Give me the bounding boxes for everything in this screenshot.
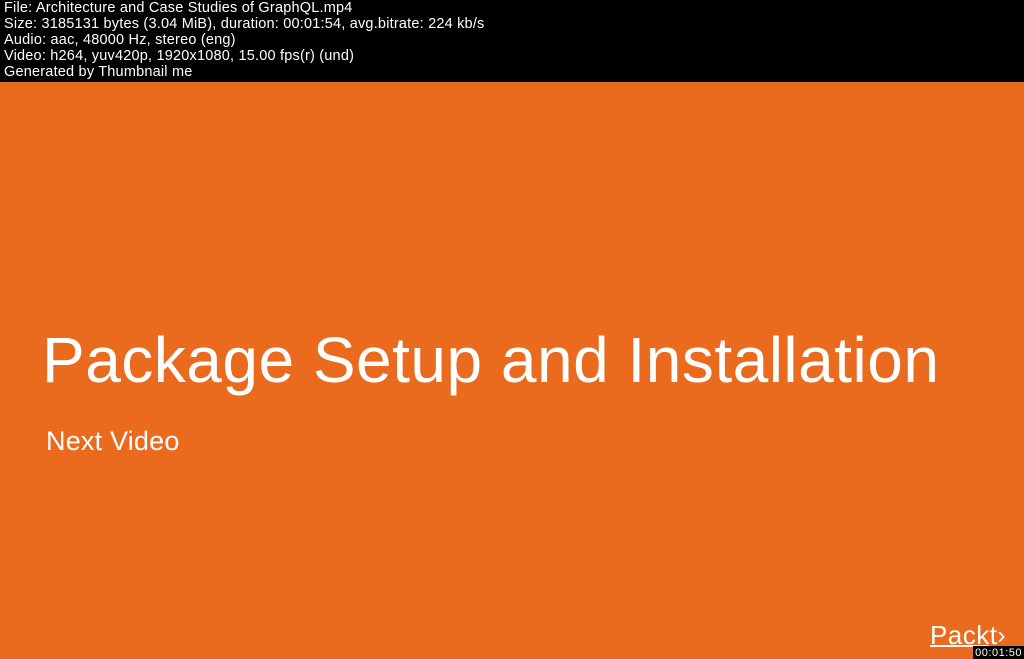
video-thumbnail: Package Setup and Installation Next Vide… bbox=[0, 82, 1024, 659]
size-line: Size: 3185131 bytes (3.04 MiB), duration… bbox=[4, 16, 1020, 32]
video-line: Video: h264, yuv420p, 1920x1080, 15.00 f… bbox=[4, 48, 1020, 64]
metadata-header: File: Architecture and Case Studies of G… bbox=[0, 0, 1024, 82]
file-line: File: Architecture and Case Studies of G… bbox=[4, 0, 1020, 16]
slide-title: Package Setup and Installation bbox=[42, 328, 939, 392]
file-name: Architecture and Case Studies of GraphQL… bbox=[36, 0, 353, 16]
audio-line: Audio: aac, 48000 Hz, stereo (eng) bbox=[4, 32, 1020, 48]
generator-line: Generated by Thumbnail me bbox=[4, 64, 1020, 80]
packt-chevron-icon: › bbox=[998, 622, 1007, 649]
file-label: File: bbox=[4, 0, 36, 16]
slide-subtitle: Next Video bbox=[46, 426, 180, 457]
packt-logo: Packt› bbox=[930, 620, 1006, 647]
timestamp-overlay: 00:01:50 bbox=[973, 646, 1024, 659]
